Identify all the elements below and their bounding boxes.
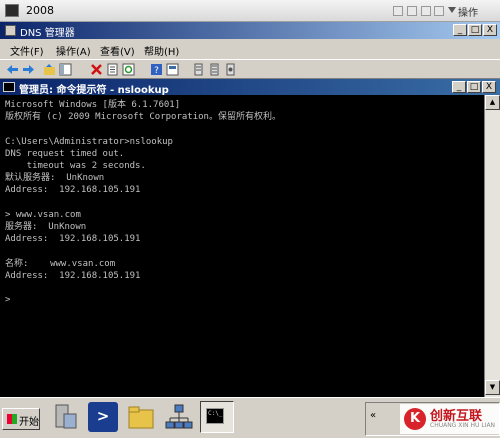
back-arrow-icon[interactable] xyxy=(6,63,19,76)
dns-toolbar: ? xyxy=(0,59,500,79)
cmd-close-button[interactable]: X xyxy=(482,81,496,93)
cmd-output: Microsoft Windows [版本 6.1.7601] 版权所有 (c)… xyxy=(5,100,281,306)
delete-icon[interactable] xyxy=(90,63,103,76)
scroll-down-arrow-icon[interactable]: ▼ xyxy=(485,380,500,395)
cmd-icon: C:\_ xyxy=(206,408,224,424)
menu-action[interactable]: 操作(A) xyxy=(56,43,91,58)
cmd-maximize-button[interactable]: □ xyxy=(467,81,481,93)
cmd-titlebar[interactable]: 管理员: 命令提示符 - nslookup _ □ X xyxy=(0,79,500,96)
refresh-icon[interactable] xyxy=(122,63,135,76)
record-icon[interactable] xyxy=(224,63,237,76)
taskbar: 开始 > C:\_ « K 创新互联 CHUANG XIN HU LIAN xyxy=(0,397,500,438)
cmd-window-title: 管理员: 命令提示符 - nslookup xyxy=(19,85,169,96)
cmd-title-icon xyxy=(3,82,15,92)
cmd-minimize-button[interactable]: _ xyxy=(452,81,466,93)
vm-action-menu[interactable]: 操作 xyxy=(458,4,478,19)
dns-icon xyxy=(5,25,16,36)
vm-toolbar-button-2[interactable] xyxy=(407,6,417,16)
start-label: 开始 xyxy=(19,417,39,428)
help-icon[interactable]: ? xyxy=(150,63,163,76)
scroll-up-arrow-icon[interactable]: ▲ xyxy=(485,95,500,110)
vm-toolbar-button-3[interactable] xyxy=(421,6,431,16)
windows-flag-icon xyxy=(7,414,17,424)
menu-help[interactable]: 帮助(H) xyxy=(144,43,179,58)
server-manager-icon[interactable] xyxy=(50,402,80,432)
dns-restore-button[interactable]: □ xyxy=(468,24,482,36)
vm-title: 2008 xyxy=(26,4,54,17)
vm-action-dropdown-icon[interactable] xyxy=(448,7,456,13)
watermark: K 创新互联 CHUANG XIN HU LIAN xyxy=(400,404,500,434)
vm-titlebar: 2008 操作 xyxy=(0,0,500,22)
cmd-console[interactable]: Microsoft Windows [版本 6.1.7601] 版权所有 (c)… xyxy=(0,95,484,397)
menu-file[interactable]: 文件(F) xyxy=(10,43,44,58)
network-icon[interactable] xyxy=(164,402,194,432)
cmd-scrollbar[interactable]: ▲ ▼ xyxy=(484,95,500,397)
forward-arrow-icon[interactable] xyxy=(22,63,35,76)
watermark-logo-icon: K xyxy=(404,408,426,430)
tray-expand-icon[interactable]: « xyxy=(370,410,376,421)
vm-toolbar-button-4[interactable] xyxy=(434,6,444,16)
vm-toolbar-button-1[interactable] xyxy=(393,6,403,16)
cmd-icon-glyph: C:\_ xyxy=(208,410,223,417)
export-list-icon[interactable] xyxy=(166,63,179,76)
dns-titlebar[interactable]: DNS 管理器 _ □ X xyxy=(0,22,500,39)
dns-close-button[interactable]: X xyxy=(483,24,497,36)
watermark-subtext: CHUANG XIN HU LIAN xyxy=(430,422,496,429)
svg-text:?: ? xyxy=(154,66,159,76)
zone-icon[interactable] xyxy=(208,63,221,76)
properties-icon[interactable] xyxy=(106,63,119,76)
cmd-window: 管理员: 命令提示符 - nslookup _ □ X Microsoft Wi… xyxy=(0,79,500,397)
start-button[interactable]: 开始 xyxy=(2,408,40,430)
powershell-icon[interactable]: > xyxy=(88,402,118,432)
dns-window-title: DNS 管理器 xyxy=(20,28,75,39)
cmd-taskbar-button[interactable]: C:\_ xyxy=(200,401,234,433)
menu-view[interactable]: 查看(V) xyxy=(100,43,135,58)
explorer-folder-icon[interactable] xyxy=(126,402,156,432)
console-tree-icon[interactable] xyxy=(59,63,72,76)
dns-menubar: 文件(F) 操作(A) 查看(V) 帮助(H) xyxy=(0,39,500,59)
vm-app-icon xyxy=(5,4,19,17)
dns-manager-window: DNS 管理器 _ □ X 文件(F) 操作(A) 查看(V) 帮助(H) ? … xyxy=(0,22,500,397)
up-folder-icon[interactable] xyxy=(43,63,56,76)
dns-minimize-button[interactable]: _ xyxy=(453,24,467,36)
server-list-icon[interactable] xyxy=(192,63,205,76)
